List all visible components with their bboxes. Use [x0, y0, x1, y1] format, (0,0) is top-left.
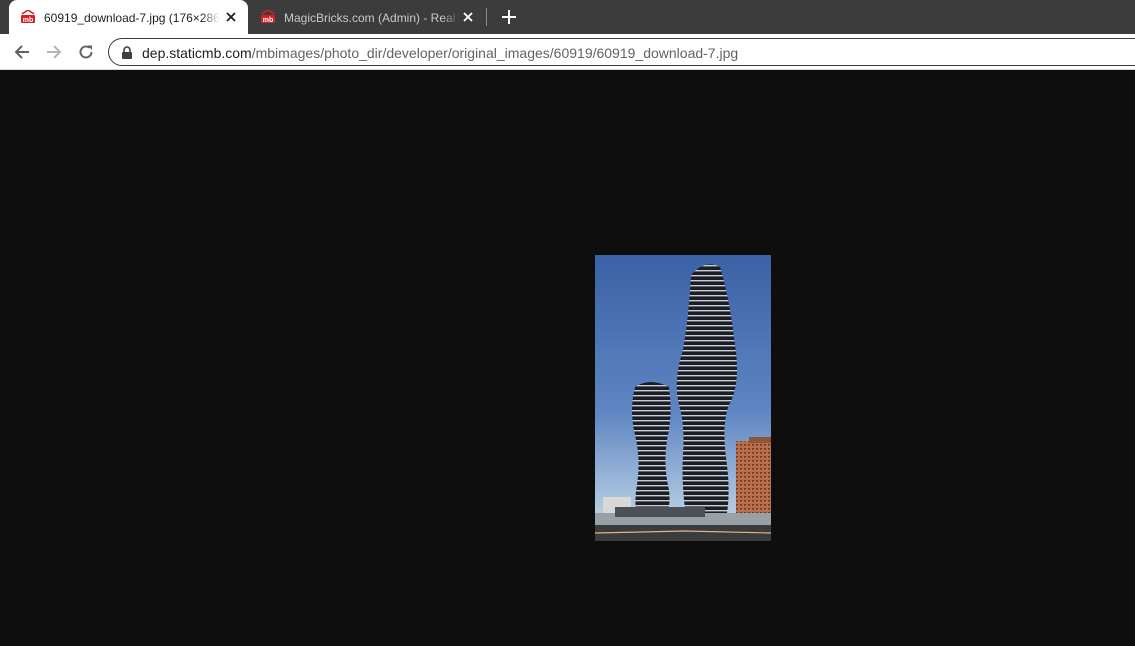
displayed-image[interactable]: [595, 255, 771, 541]
forward-button[interactable]: [41, 39, 67, 65]
tab-title: MagicBricks.com (Admin) - Real Estate: [284, 10, 460, 26]
url-path: /mbimages/photo_dir/developer/original_i…: [251, 45, 739, 61]
back-button[interactable]: [9, 39, 35, 65]
new-tab-button[interactable]: [498, 6, 520, 28]
reload-button[interactable]: [73, 39, 99, 65]
tab-strip: mb 60919_download-7.jpg (176×286) mb Mag…: [0, 0, 1135, 34]
photo-twisted-towers: [595, 255, 771, 541]
svg-text:mb: mb: [23, 17, 34, 24]
browser-window: mb 60919_download-7.jpg (176×286) mb Mag…: [0, 0, 1135, 646]
svg-text:mb: mb: [263, 17, 274, 24]
tab-image[interactable]: mb 60919_download-7.jpg (176×286): [9, 0, 248, 34]
close-icon: [226, 12, 236, 22]
reload-icon: [79, 45, 93, 59]
image-viewport: [0, 70, 1135, 646]
lock-icon[interactable]: [121, 46, 133, 59]
magicbricks-favicon-icon: mb: [21, 10, 35, 24]
close-icon: [463, 12, 473, 22]
address-bar[interactable]: dep.staticmb.com/mbimages/photo_dir/deve…: [108, 38, 1135, 66]
plus-icon: [502, 10, 516, 24]
toolbar: dep.staticmb.com/mbimages/photo_dir/deve…: [0, 34, 1135, 70]
close-tab-button[interactable]: [223, 9, 239, 25]
arrow-right-icon: [47, 45, 62, 59]
tab-magicbricks-admin[interactable]: mb MagicBricks.com (Admin) - Real Estate: [249, 0, 485, 34]
close-tab-button[interactable]: [460, 9, 476, 25]
url-text[interactable]: dep.staticmb.com/mbimages/photo_dir/deve…: [142, 44, 738, 62]
tab-title: 60919_download-7.jpg (176×286): [44, 10, 220, 26]
tab-separator: [486, 8, 487, 26]
arrow-left-icon: [14, 45, 29, 59]
url-host: dep.staticmb.com: [142, 45, 252, 61]
magicbricks-favicon-icon: mb: [261, 10, 275, 24]
